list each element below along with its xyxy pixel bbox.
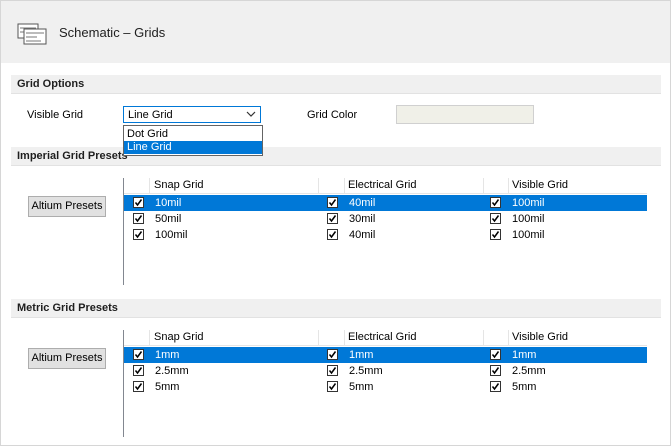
preferences-page: Schematic – Grids Grid Options Visible G… (0, 0, 671, 446)
checkbox[interactable] (327, 213, 338, 224)
table-row[interactable]: 50mil 30mil 100mil (124, 211, 647, 227)
column-header-visible[interactable]: Visible Grid (512, 179, 568, 191)
checkbox[interactable] (490, 381, 501, 392)
cell-snap: 50mil (155, 213, 182, 225)
checkbox[interactable] (490, 213, 501, 224)
table-row[interactable]: 10mil 40mil 100mil (124, 195, 647, 211)
section-title: Metric Grid Presets (17, 302, 118, 314)
checkbox[interactable] (327, 197, 338, 208)
dropdown-option-line-grid[interactable]: Line Grid (124, 141, 262, 154)
grid-options-section: Grid Options (11, 75, 661, 94)
cell-snap: 1mm (155, 349, 180, 361)
checkbox[interactable] (327, 365, 338, 376)
table-header: Snap Grid Electrical Grid Visible Grid (124, 178, 647, 194)
metric-altium-presets-button[interactable]: Altium Presets (28, 348, 106, 369)
table-row[interactable]: 100mil 40mil 100mil (124, 227, 647, 243)
imperial-presets-section: Imperial Grid Presets (11, 147, 661, 166)
visible-grid-select[interactable]: Line Grid (123, 106, 261, 123)
checkbox[interactable] (133, 381, 144, 392)
grid-color-swatch[interactable] (396, 105, 534, 124)
section-title: Grid Options (17, 78, 85, 90)
metric-presets-table[interactable]: Snap Grid Electrical Grid Visible Grid 1… (123, 330, 648, 437)
imperial-presets-table[interactable]: Snap Grid Electrical Grid Visible Grid 1… (123, 178, 648, 285)
table-header: Snap Grid Electrical Grid Visible Grid (124, 330, 647, 346)
metric-presets-section: Metric Grid Presets (11, 299, 661, 318)
cell-electrical: 40mil (349, 197, 376, 209)
visible-grid-dropdown-list: Dot Grid Line Grid (123, 125, 263, 156)
checkbox[interactable] (133, 365, 144, 376)
cell-electrical: 2.5mm (349, 365, 383, 377)
section-title: Imperial Grid Presets (17, 150, 128, 162)
page-header: Schematic – Grids (1, 1, 670, 63)
cell-electrical: 40mil (349, 229, 376, 241)
grid-color-label: Grid Color (307, 109, 358, 121)
checkbox[interactable] (490, 197, 501, 208)
table-row[interactable]: 2.5mm 2.5mm 2.5mm (124, 363, 647, 379)
cell-snap: 2.5mm (155, 365, 189, 377)
column-header-snap[interactable]: Snap Grid (154, 331, 204, 343)
cell-visible: 100mil (512, 229, 545, 241)
imperial-altium-presets-button[interactable]: Altium Presets (28, 196, 106, 217)
table-row[interactable]: 1mm 1mm 1mm (124, 347, 647, 363)
visible-grid-value: Line Grid (128, 109, 173, 121)
cell-electrical: 1mm (349, 349, 374, 361)
column-header-electrical[interactable]: Electrical Grid (348, 179, 416, 191)
cell-visible: 2.5mm (512, 365, 546, 377)
checkbox[interactable] (490, 229, 501, 240)
checkbox[interactable] (133, 349, 144, 360)
column-header-electrical[interactable]: Electrical Grid (348, 331, 416, 343)
dropdown-option-dot-grid[interactable]: Dot Grid (124, 128, 262, 141)
cell-electrical: 5mm (349, 381, 374, 393)
checkbox[interactable] (327, 381, 338, 392)
cell-visible: 100mil (512, 213, 545, 225)
checkbox[interactable] (133, 213, 144, 224)
visible-grid-label: Visible Grid (27, 109, 84, 121)
page-title: Schematic – Grids (59, 25, 166, 40)
cell-snap: 10mil (155, 197, 182, 209)
cell-visible: 5mm (512, 381, 537, 393)
cell-electrical: 30mil (349, 213, 376, 225)
checkbox[interactable] (327, 229, 338, 240)
checkbox[interactable] (490, 349, 501, 360)
checkbox[interactable] (133, 229, 144, 240)
column-header-visible[interactable]: Visible Grid (512, 331, 568, 343)
checkbox[interactable] (490, 365, 501, 376)
cell-visible: 1mm (512, 349, 537, 361)
checkbox[interactable] (133, 197, 144, 208)
schematic-page-icon (17, 23, 47, 45)
cell-snap: 5mm (155, 381, 180, 393)
cell-snap: 100mil (155, 229, 188, 241)
column-header-snap[interactable]: Snap Grid (154, 179, 204, 191)
cell-visible: 100mil (512, 197, 545, 209)
table-row[interactable]: 5mm 5mm 5mm (124, 379, 647, 395)
chevron-down-icon[interactable] (246, 108, 256, 120)
checkbox[interactable] (327, 349, 338, 360)
